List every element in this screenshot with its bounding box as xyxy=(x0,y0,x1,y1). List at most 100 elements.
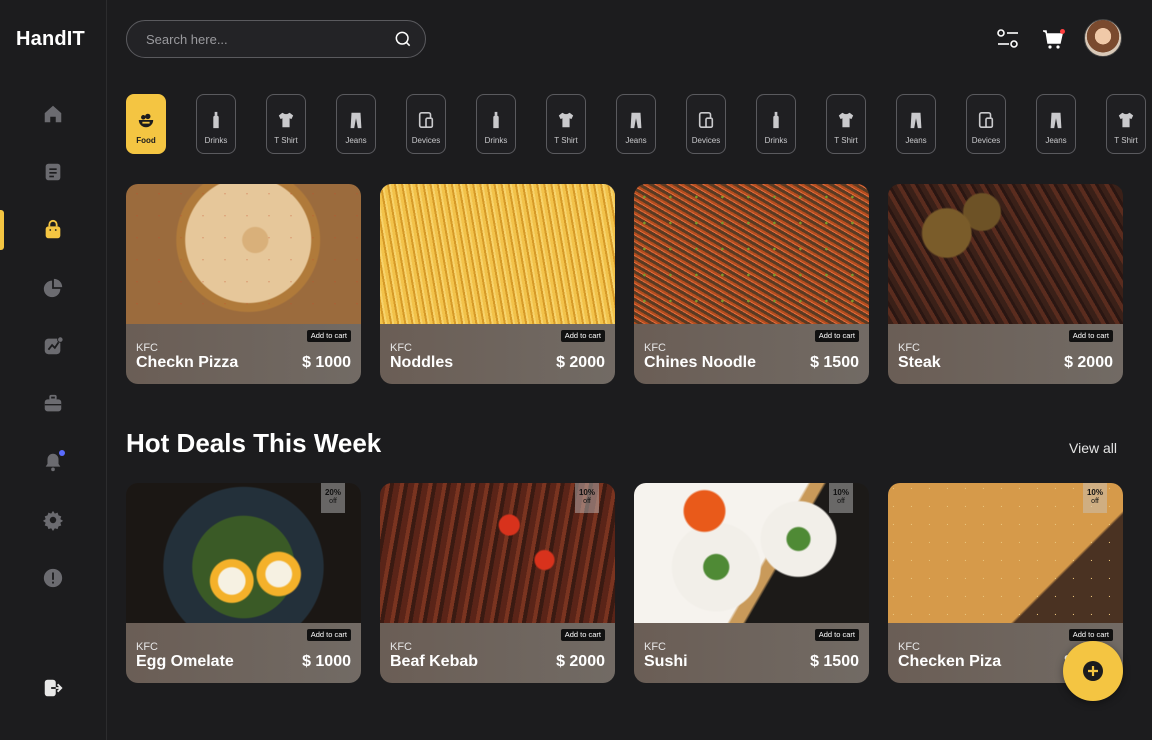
avatar[interactable] xyxy=(1084,19,1122,57)
briefcase-icon xyxy=(44,394,62,412)
discount-value: 10% xyxy=(578,488,595,497)
product-name: Checkn Pizza xyxy=(136,354,239,371)
product-name: Steak xyxy=(898,354,941,371)
active-indicator xyxy=(0,210,4,250)
sidebar-item-notifications[interactable] xyxy=(40,449,66,475)
add-to-cart-button[interactable]: Add to cart xyxy=(1068,330,1113,342)
discount-value: 10% xyxy=(1086,488,1103,497)
category-jeans[interactable]: Jeans xyxy=(336,94,376,154)
category-devices[interactable]: Devices xyxy=(406,94,446,154)
category-t-shirt[interactable]: T Shirt xyxy=(826,94,866,154)
product-name: Beaf Kebab xyxy=(390,653,479,670)
add-to-cart-button[interactable]: Add to cart xyxy=(560,629,605,641)
product-brand: KFC xyxy=(390,641,412,653)
product-brand: KFC xyxy=(898,641,920,653)
add-button[interactable] xyxy=(1063,641,1123,701)
product-card[interactable]: Add to cart KFC Noddles $ 2000 xyxy=(380,184,615,384)
category-jeans[interactable]: Jeans xyxy=(1036,94,1076,154)
notification-dot xyxy=(59,450,65,456)
add-to-cart-button[interactable]: Add to cart xyxy=(814,629,859,641)
info-icon xyxy=(43,568,63,588)
sidebar-item-help[interactable] xyxy=(40,565,66,591)
category-drinks[interactable]: Drinks xyxy=(196,94,236,154)
product-card[interactable]: Add to cart KFC Steak $ 2000 xyxy=(888,184,1123,384)
sidebar-item-home[interactable] xyxy=(40,101,66,127)
discount-off-label: off xyxy=(837,498,845,505)
food-bowl-icon xyxy=(137,111,155,131)
view-all-link[interactable]: View all xyxy=(1069,440,1117,456)
discount-badge: 20% off xyxy=(321,483,345,513)
category-devices[interactable]: Devices xyxy=(966,94,1006,154)
discount-badge: 10% off xyxy=(575,483,599,513)
section-title: Hot Deals This Week xyxy=(126,428,382,458)
cart-button[interactable] xyxy=(1041,28,1065,50)
food-image xyxy=(888,184,1123,324)
product-card[interactable]: Add to cart KFC Checkn Pizza $ 1000 xyxy=(126,184,361,384)
sidebar-item-portfolio[interactable] xyxy=(40,391,66,417)
bottle-icon xyxy=(207,111,225,131)
product-brand: KFC xyxy=(644,342,666,354)
filter-icon[interactable] xyxy=(996,28,1020,50)
product-price: $ 2000 xyxy=(1064,354,1113,371)
category-jeans[interactable]: Jeans xyxy=(616,94,656,154)
search-icon[interactable] xyxy=(393,29,413,49)
product-name: Egg Omelate xyxy=(136,653,234,670)
product-brand: KFC xyxy=(898,342,920,354)
product-name: Noddles xyxy=(390,354,454,371)
product-price: $ 1000 xyxy=(302,653,351,670)
product-brand: KFC xyxy=(136,641,158,653)
jeans-icon xyxy=(907,111,925,131)
sidebar-item-shop[interactable] xyxy=(40,217,66,243)
category-label: T Shirt xyxy=(274,136,298,145)
logout-icon xyxy=(44,679,63,697)
sidebar-item-settings[interactable] xyxy=(40,507,66,533)
product-brand: KFC xyxy=(136,342,158,354)
category-label: Drinks xyxy=(484,136,508,145)
search-bar[interactable] xyxy=(126,20,426,58)
add-to-cart-button[interactable]: Add to cart xyxy=(1068,629,1113,641)
add-to-cart-button[interactable]: Add to cart xyxy=(306,330,351,342)
trend-chart-icon xyxy=(44,336,64,355)
logout-button[interactable] xyxy=(40,675,66,701)
search-input[interactable] xyxy=(146,31,393,47)
category-t-shirt[interactable]: T Shirt xyxy=(1106,94,1146,154)
devices-icon xyxy=(697,111,715,131)
tshirt-icon xyxy=(277,111,295,131)
add-to-cart-button[interactable]: Add to cart xyxy=(560,330,605,342)
deal-card[interactable]: 10% off Add to cart KFC Sushi $ 1500 xyxy=(634,483,869,683)
discount-badge: 10% off xyxy=(829,483,853,513)
sidebar-item-trends[interactable] xyxy=(40,333,66,359)
deal-card[interactable]: 20% off Add to cart KFC Egg Omelate $ 1000 xyxy=(126,483,361,683)
deal-card[interactable]: 10% off Add to cart KFC Beaf Kebab $ 2000 xyxy=(380,483,615,683)
category-label: T Shirt xyxy=(554,136,578,145)
category-label: Devices xyxy=(411,136,441,145)
food-image xyxy=(380,184,615,324)
sidebar-item-analytics[interactable] xyxy=(40,275,66,301)
category-drinks[interactable]: Drinks xyxy=(476,94,516,154)
product-name: Chines Noodle xyxy=(644,354,757,371)
category-food[interactable]: Food xyxy=(126,94,166,154)
category-devices[interactable]: Devices xyxy=(686,94,726,154)
sidebar: HandIT xyxy=(0,0,107,740)
food-image xyxy=(634,184,869,324)
product-brand: KFC xyxy=(644,641,666,653)
category-jeans[interactable]: Jeans xyxy=(896,94,936,154)
product-price: $ 1500 xyxy=(810,653,859,670)
tshirt-icon xyxy=(1117,111,1135,131)
category-t-shirt[interactable]: T Shirt xyxy=(546,94,586,154)
category-t-shirt[interactable]: T Shirt xyxy=(266,94,306,154)
jeans-icon xyxy=(1047,111,1065,131)
category-label: Food xyxy=(136,136,156,145)
discount-off-label: off xyxy=(1091,498,1099,505)
add-to-cart-button[interactable]: Add to cart xyxy=(306,629,351,641)
product-card[interactable]: Add to cart KFC Chines Noodle $ 1500 xyxy=(634,184,869,384)
cart-badge xyxy=(1060,29,1065,34)
devices-icon xyxy=(977,111,995,131)
product-brand: KFC xyxy=(390,342,412,354)
category-label: T Shirt xyxy=(834,136,858,145)
bottle-icon xyxy=(487,111,505,131)
product-price: $ 2000 xyxy=(556,354,605,371)
sidebar-item-documents[interactable] xyxy=(40,159,66,185)
add-to-cart-button[interactable]: Add to cart xyxy=(814,330,859,342)
category-drinks[interactable]: Drinks xyxy=(756,94,796,154)
